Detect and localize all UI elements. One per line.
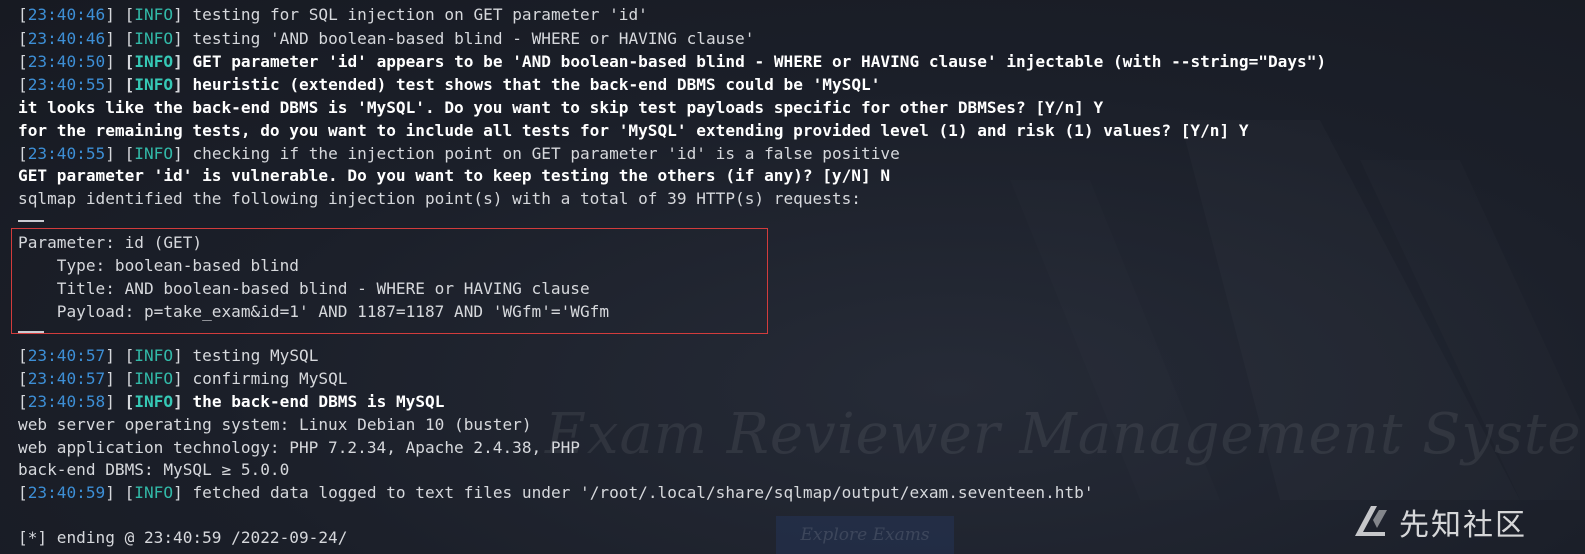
timestamp: 23:40:58 xyxy=(27,392,106,411)
watermark-brand: 先知社区 xyxy=(1351,498,1527,546)
log-line-16: [23:40:58] [INFO] the back-end DBMS is M… xyxy=(18,392,445,411)
log-message: testing MySQL xyxy=(192,346,319,365)
injection-summary: sqlmap identified the following injectio… xyxy=(18,189,861,208)
timestamp: 23:40:46 xyxy=(27,5,106,24)
info-tag: INFO xyxy=(134,52,174,71)
log-line-7: [23:40:55] [INFO] checking if the inject… xyxy=(18,144,900,163)
prompt-keep-testing: GET parameter 'id' is vulnerable. Do you… xyxy=(18,166,891,185)
log-message: testing 'AND boolean-based blind - WHERE… xyxy=(192,29,755,48)
background-explore-button: Explore Exams xyxy=(776,516,954,554)
log-message: checking if the injection point on GET p… xyxy=(192,144,900,163)
log-line-15: [23:40:57] [INFO] confirming MySQL xyxy=(18,369,348,388)
log-message: heuristic (extended) test shows that the… xyxy=(192,75,881,94)
info-tag: INFO xyxy=(134,483,174,502)
log-line-20: [23:40:59] [INFO] fetched data logged to… xyxy=(18,483,1094,502)
prompt-include-tests: for the remaining tests, do you want to … xyxy=(18,121,1249,140)
log-line-14: [23:40:57] [INFO] testing MySQL xyxy=(18,346,319,365)
log-line-1: [23:40:46] [INFO] testing for SQL inject… xyxy=(18,5,648,24)
prompt-skip-payloads: it looks like the back-end DBMS is 'MySQ… xyxy=(18,98,1104,117)
web-tech-line: web application technology: PHP 7.2.34, … xyxy=(18,438,580,457)
title-line: Title: AND boolean-based blind - WHERE o… xyxy=(18,279,590,298)
timestamp: 23:40:55 xyxy=(27,144,106,163)
info-tag: INFO xyxy=(134,392,174,411)
info-tag: INFO xyxy=(134,369,174,388)
separator-top xyxy=(18,220,44,222)
timestamp: 23:40:55 xyxy=(27,75,106,94)
timestamp: 23:40:57 xyxy=(27,369,106,388)
log-line-4: [23:40:55] [INFO] heuristic (extended) t… xyxy=(18,75,881,94)
dbms-line: back-end DBMS: MySQL ≥ 5.0.0 xyxy=(18,460,290,479)
info-tag: INFO xyxy=(134,346,174,365)
timestamp: 23:40:46 xyxy=(27,29,106,48)
server-os-line: web server operating system: Linux Debia… xyxy=(18,415,532,434)
terminal-window[interactable]: Exam Reviewer Management System Explore … xyxy=(0,0,1585,554)
type-line: Type: boolean-based blind xyxy=(18,256,299,275)
ending-line: [*] ending @ 23:40:59 /2022-09-24/ xyxy=(18,528,348,547)
info-tag: INFO xyxy=(134,75,174,94)
log-message: GET parameter 'id' appears to be 'AND bo… xyxy=(192,52,1327,71)
watermark-text: 先知社区 xyxy=(1399,508,1527,543)
log-message: confirming MySQL xyxy=(192,369,348,388)
info-tag: INFO xyxy=(134,144,174,163)
timestamp: 23:40:57 xyxy=(27,346,106,365)
log-line-3: [23:40:50] [INFO] GET parameter 'id' app… xyxy=(18,52,1327,71)
log-message: the back-end DBMS is MySQL xyxy=(192,392,445,411)
info-tag: INFO xyxy=(134,5,174,24)
timestamp: 23:40:50 xyxy=(27,52,106,71)
log-line-2: [23:40:46] [INFO] testing 'AND boolean-b… xyxy=(18,29,755,48)
info-tag: INFO xyxy=(134,29,174,48)
log-message: fetched data logged to text files under … xyxy=(192,483,1094,502)
separator-bottom xyxy=(18,331,44,333)
background-site-title: Exam Reviewer Management System xyxy=(545,402,1585,467)
timestamp: 23:40:59 xyxy=(27,483,106,502)
log-message: testing for SQL injection on GET paramet… xyxy=(192,5,648,24)
xianzhi-logo-icon xyxy=(1355,506,1387,536)
payload-line: Payload: p=take_exam&id=1' AND 1187=1187… xyxy=(18,302,610,321)
parameter-line: Parameter: id (GET) xyxy=(18,233,203,252)
